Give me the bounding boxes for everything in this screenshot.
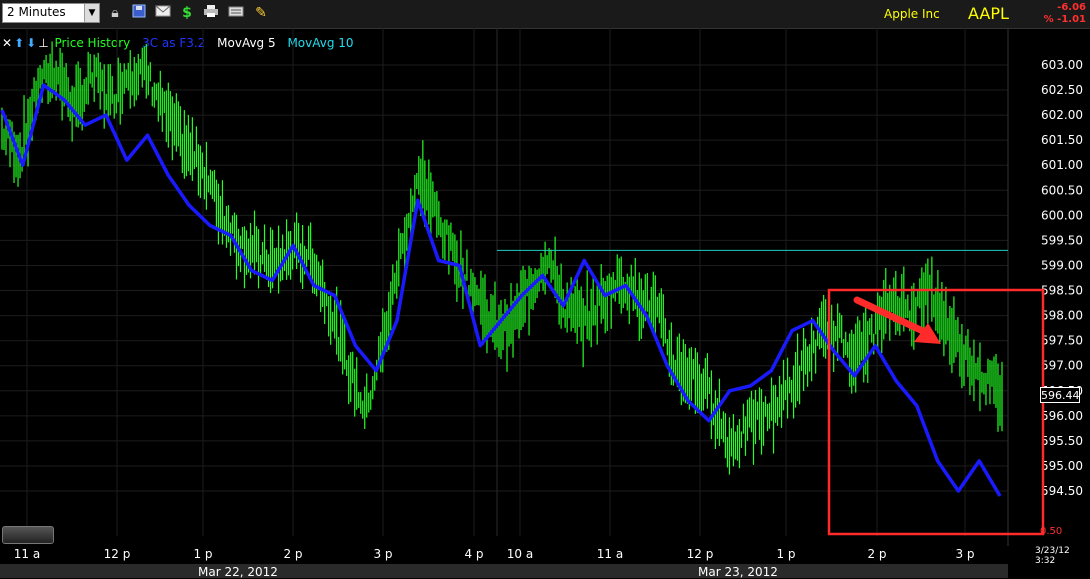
- price-chart[interactable]: 603.00 602.50 602.00 601.50 601.00 600.50 600.…: [0, 28, 1090, 564]
- pencil-icon[interactable]: ✎: [252, 4, 270, 22]
- y-tick-label: 595.50: [1041, 434, 1083, 448]
- y-tick-label: 601.00: [1041, 158, 1083, 172]
- scale-value: 0.50: [1040, 526, 1063, 537]
- change-absolute: -6.06: [1057, 2, 1086, 13]
- last-price-tag: 596.44: [1040, 387, 1080, 403]
- y-axis-labels: 603.00 602.50 602.00 601.50 601.00 600.50 600.…: [1041, 58, 1083, 498]
- lock-icon[interactable]: 🔒︎: [106, 4, 124, 22]
- x-tick-label: 10 a: [507, 547, 533, 561]
- x-tick-label: 1 p: [193, 547, 212, 561]
- y-tick-label: 596.00: [1041, 409, 1083, 423]
- x-tick-label: 12 p: [104, 547, 131, 561]
- date-label-2: Mar 23, 2012: [698, 565, 778, 579]
- x-tick-label: 2 p: [867, 547, 886, 561]
- timestamp: 3/23/12 3:32: [1035, 546, 1070, 566]
- change-percent: % -1.01: [1043, 14, 1086, 25]
- x-tick-label: 1 p: [776, 547, 795, 561]
- save-icon[interactable]: [130, 4, 148, 22]
- price-history-series: [1, 41, 1003, 475]
- y-tick-label: 598.50: [1041, 284, 1083, 298]
- chart-scroll-handle[interactable]: [2, 526, 54, 544]
- email-icon[interactable]: [154, 4, 172, 22]
- company-name: Apple Inc: [884, 7, 940, 21]
- y-tick-label: 595.00: [1041, 459, 1083, 473]
- timeframe-select[interactable]: 2 Minutes ▼: [2, 3, 100, 23]
- x-tick-label: 11 a: [14, 547, 40, 561]
- x-axis-labels: 11 a 12 p 1 p 2 p 3 p 4 p 10 a 11 a 12 p 1 p 2 p 3 …: [14, 547, 975, 561]
- chart-grid: [0, 28, 1009, 546]
- x-tick-label: 2 p: [283, 547, 302, 561]
- y-tick-label: 598.00: [1041, 309, 1083, 323]
- y-tick-label: 597.50: [1041, 334, 1083, 348]
- chevron-down-icon[interactable]: ▼: [84, 4, 99, 22]
- y-tick-label: 602.50: [1041, 83, 1083, 97]
- x-tick-label: 3 p: [955, 547, 974, 561]
- x-tick-label: 12 p: [687, 547, 714, 561]
- y-tick-label: 600.00: [1041, 208, 1083, 222]
- y-tick-label: 601.50: [1041, 133, 1083, 147]
- x-tick-label: 11 a: [597, 547, 623, 561]
- y-tick-label: 594.50: [1041, 484, 1083, 498]
- dollar-icon[interactable]: $: [178, 4, 196, 22]
- y-tick-label: 603.00: [1041, 58, 1083, 72]
- print-icon[interactable]: [202, 4, 220, 22]
- y-tick-label: 597.00: [1041, 359, 1083, 373]
- y-tick-label: 599.00: [1041, 258, 1083, 272]
- x-tick-label: 4 p: [464, 547, 483, 561]
- keyboard-icon[interactable]: [227, 4, 245, 22]
- timeframe-value: 2 Minutes: [7, 5, 66, 19]
- x-tick-label: 3 p: [373, 547, 392, 561]
- date-bar: [0, 564, 1008, 578]
- toolbar: 2 Minutes ▼ 🔒︎ $ ✎ Apple Inc AAPL -6.06 …: [0, 0, 1090, 29]
- y-tick-label: 599.50: [1041, 233, 1083, 247]
- date-label-1: Mar 22, 2012: [198, 565, 278, 579]
- y-tick-label: 602.00: [1041, 108, 1083, 122]
- y-tick-label: 600.50: [1041, 183, 1083, 197]
- ticker-symbol: AAPL: [968, 4, 1009, 23]
